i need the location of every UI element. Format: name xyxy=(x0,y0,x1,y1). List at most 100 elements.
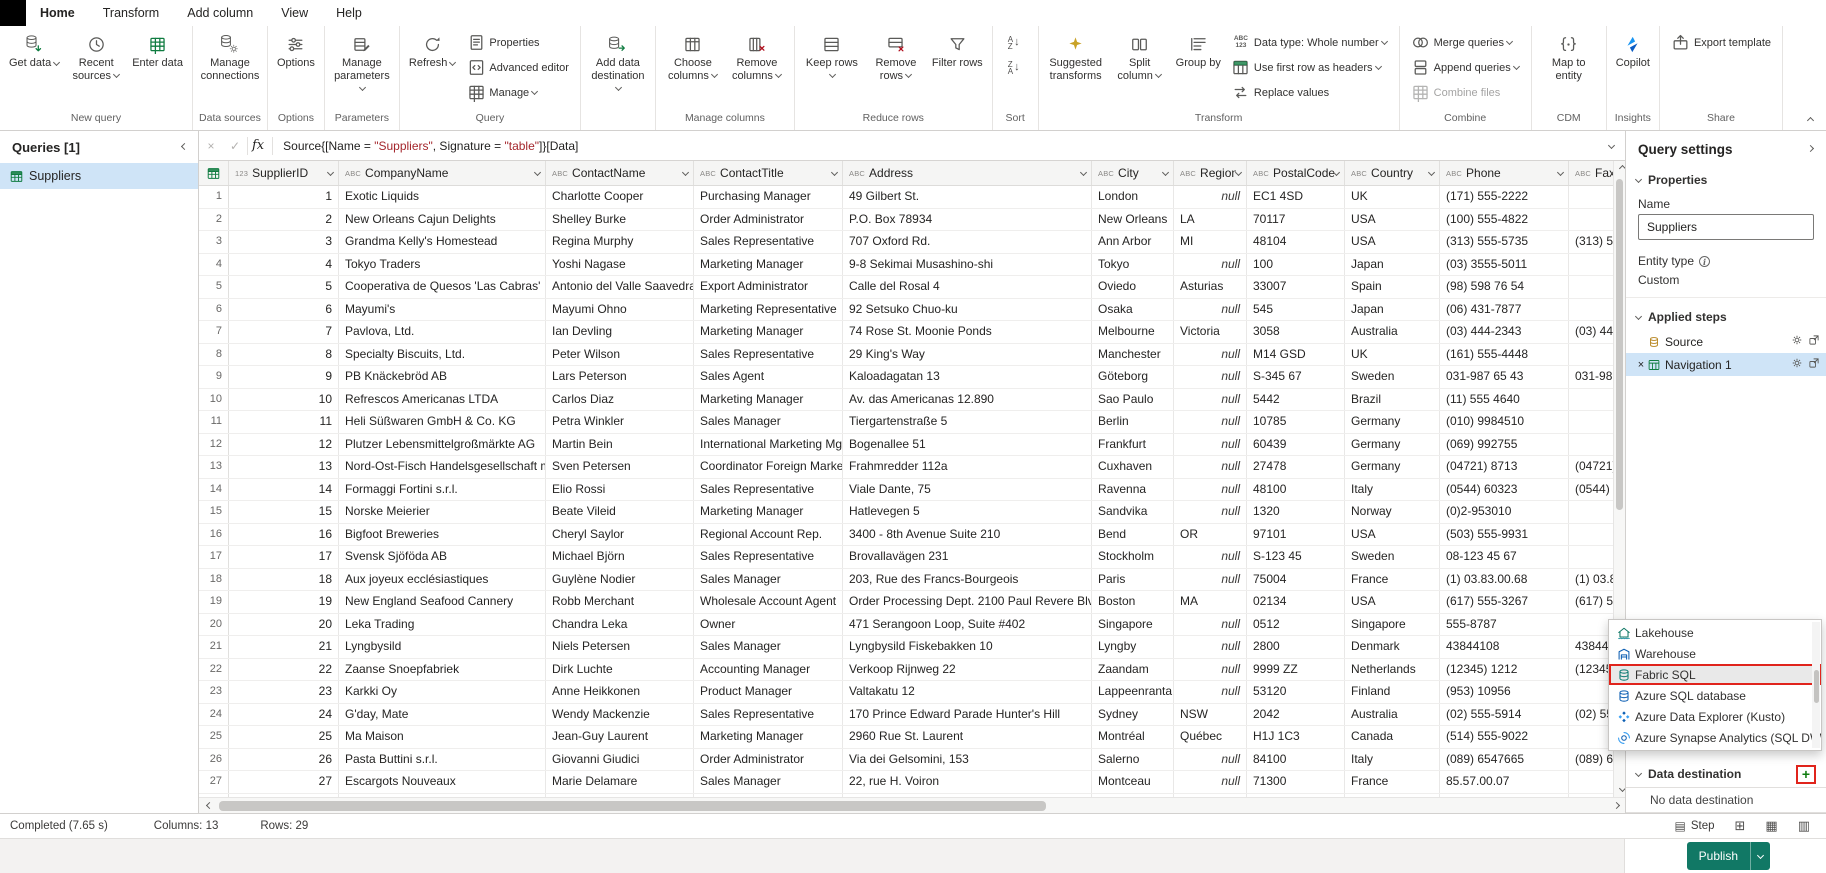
table-cell[interactable]: Refrescos Americanas LTDA xyxy=(339,388,546,410)
filter-chevron-icon[interactable] xyxy=(1161,168,1170,176)
table-cell[interactable]: (06) 431-7877 xyxy=(1440,298,1569,320)
table-cell[interactable]: Beate Vileid xyxy=(546,501,694,523)
table-cell[interactable]: null xyxy=(1569,681,1613,703)
row-number[interactable]: 8 xyxy=(199,343,229,365)
table-cell[interactable]: Order Processing Dept. 2100 Paul Revere … xyxy=(843,591,1092,613)
table-cell[interactable]: (04721) 8714 xyxy=(1569,456,1613,478)
filter-chevron-icon[interactable] xyxy=(1234,168,1243,176)
table-cell[interactable]: USA xyxy=(1345,523,1440,545)
filter-chevron-icon[interactable] xyxy=(681,168,690,176)
table-cell[interactable]: G'day, Mate xyxy=(339,703,546,725)
table-cell[interactable]: Singapore xyxy=(1092,613,1174,635)
data-view-icon[interactable]: ▦ xyxy=(1765,818,1777,834)
column-header-fax[interactable]: ABCFax xyxy=(1569,161,1613,185)
step-flyout-icon[interactable] xyxy=(1808,357,1820,372)
table-cell[interactable]: 22 xyxy=(229,658,339,680)
row-number[interactable]: 27 xyxy=(199,771,229,793)
table-cell[interactable]: null xyxy=(1174,636,1247,658)
column-header-region[interactable]: ABC Region xyxy=(1174,161,1247,185)
table-cell[interactable]: Mayumi Ohno xyxy=(546,298,694,320)
table-cell[interactable]: Brazil xyxy=(1345,388,1440,410)
column-header-contacttitle[interactable]: ABC ContactTitle xyxy=(694,161,843,185)
table-cell[interactable]: null xyxy=(1174,658,1247,680)
cancel-formula-icon[interactable]: × xyxy=(199,139,223,153)
table-cell[interactable]: null xyxy=(1569,276,1613,298)
table-cell[interactable]: Lyngbysild xyxy=(339,636,546,658)
refresh-button[interactable]: Refresh xyxy=(405,29,461,110)
table-cell[interactable]: Specialty Biscuits, Ltd. xyxy=(339,343,546,365)
table-cell[interactable]: 555-8787 xyxy=(1440,613,1569,635)
table-cell[interactable]: null xyxy=(1569,501,1613,523)
table-cell[interactable]: null xyxy=(1569,434,1613,456)
formula-expand-chevron-icon[interactable] xyxy=(1596,139,1625,153)
diagram-view-icon[interactable]: ⊞ xyxy=(1735,818,1746,834)
table-cell[interactable]: Escargots Nouveaux xyxy=(339,771,546,793)
table-cell[interactable]: null xyxy=(1569,254,1613,276)
table-cell[interactable]: null xyxy=(1569,546,1613,568)
use-first-row-as-headers-button[interactable]: Use first row as headers xyxy=(1227,57,1392,78)
column-header-supplierid[interactable]: 123 SupplierID xyxy=(229,161,339,185)
row-number[interactable]: 18 xyxy=(199,568,229,590)
table-cell[interactable]: 70117 xyxy=(1247,208,1345,230)
table-cell[interactable]: null xyxy=(1174,343,1247,365)
table-cell[interactable]: (03) 3555-5011 xyxy=(1440,253,1569,275)
publish-button[interactable]: Publish xyxy=(1686,842,1770,870)
formula-input[interactable]: Source{[Name = "Suppliers", Signature = … xyxy=(273,139,1596,153)
table-cell[interactable]: Japan xyxy=(1345,298,1440,320)
table-cell[interactable]: Sales Manager xyxy=(694,771,843,793)
table-cell[interactable]: Ann Arbor xyxy=(1092,231,1174,253)
table-cell[interactable]: Nord-Ost-Fisch Handelsgesellschaft mbH xyxy=(339,456,546,478)
table-cell[interactable]: Norway xyxy=(1345,501,1440,523)
table-cell[interactable]: Marie Delamare xyxy=(546,771,694,793)
table-cell[interactable]: null xyxy=(1174,681,1247,703)
menu-scrollbar[interactable] xyxy=(1812,622,1820,748)
table-cell[interactable]: Zaandam xyxy=(1092,658,1174,680)
table-cell[interactable]: Marketing Manager xyxy=(694,253,843,275)
collapse-queries-panel-button[interactable] xyxy=(180,142,189,150)
table-cell[interactable]: Bogenallee 51 xyxy=(843,433,1092,455)
table-cell[interactable]: LA xyxy=(1174,208,1247,230)
manage-connections-button[interactable]: Manage connections xyxy=(198,29,262,110)
table-cell[interactable]: Anne Heikkonen xyxy=(546,681,694,703)
table-cell[interactable]: 27 xyxy=(229,771,339,793)
table-cell[interactable]: null xyxy=(1174,613,1247,635)
table-cell[interactable]: EC1 4SD xyxy=(1247,186,1345,208)
table-cell[interactable]: (313) 555-5735 xyxy=(1440,231,1569,253)
table-cell[interactable]: null xyxy=(1569,614,1613,636)
table-cell[interactable]: 48100 xyxy=(1247,478,1345,500)
table-cell[interactable]: Bigfoot Breweries xyxy=(339,523,546,545)
table-cell[interactable]: (171) 555-2222 xyxy=(1440,186,1569,208)
table-cell[interactable]: Viale Dante, 75 xyxy=(843,478,1092,500)
table-cell[interactable]: Calle del Rosal 4 xyxy=(843,276,1092,298)
table-cell[interactable]: Formaggi Fortini s.r.l. xyxy=(339,478,546,500)
collapse-settings-panel-button[interactable] xyxy=(1806,144,1815,152)
table-cell[interactable]: Montceau xyxy=(1092,771,1174,793)
table-cell[interactable]: NSW xyxy=(1174,703,1247,725)
table-cell[interactable]: Tokyo xyxy=(1092,253,1174,275)
table-cell[interactable]: Product Manager xyxy=(694,681,843,703)
column-header-contactname[interactable]: ABC ContactName xyxy=(546,161,694,185)
table-cell[interactable]: (010) 9984510 xyxy=(1440,411,1569,433)
table-cell[interactable]: Singapore xyxy=(1345,613,1440,635)
table-cell[interactable]: 92 Setsuko Chuo-ku xyxy=(843,298,1092,320)
table-cell[interactable]: 14 xyxy=(229,478,339,500)
table-cell[interactable]: Sales Representative xyxy=(694,343,843,365)
table-cell[interactable]: S-123 45 xyxy=(1247,546,1345,568)
table-cell[interactable]: (514) 555-9022 xyxy=(1440,726,1569,748)
step-button[interactable]: ▤ Step xyxy=(1674,819,1714,833)
filter-rows-button[interactable]: Filter rows xyxy=(928,29,987,110)
table-cell[interactable]: Purchasing Manager xyxy=(694,186,843,208)
table-cell[interactable]: Giovanni Giudici xyxy=(546,748,694,770)
table-cell[interactable]: Owner xyxy=(694,613,843,635)
table-cell[interactable]: Petra Winkler xyxy=(546,411,694,433)
combine-files-button[interactable]: Combine files xyxy=(1407,82,1524,103)
table-cell[interactable]: Leka Trading xyxy=(339,613,546,635)
table-cell[interactable]: Frankfurt xyxy=(1092,433,1174,455)
table-cell[interactable]: null xyxy=(1174,253,1247,275)
remove-rows-button[interactable]: Remove rows xyxy=(864,29,928,110)
table-cell[interactable]: 48104 xyxy=(1247,231,1345,253)
table-cell[interactable]: 24 xyxy=(229,703,339,725)
schema-view-icon[interactable]: ▥ xyxy=(1798,818,1810,834)
table-cell[interactable]: UK xyxy=(1345,186,1440,208)
tab-transform[interactable]: Transform xyxy=(89,0,174,26)
